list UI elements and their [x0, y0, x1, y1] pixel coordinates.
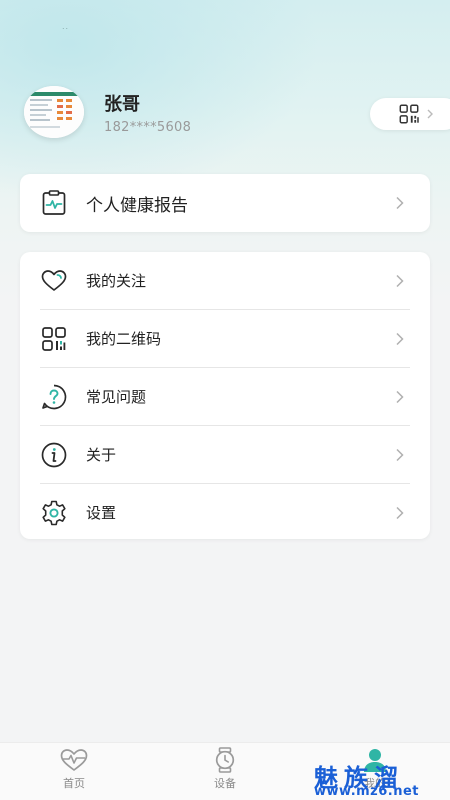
user-name: 张哥	[104, 94, 140, 115]
menu-item-label: 我的关注	[86, 272, 147, 290]
question-icon	[42, 384, 67, 409]
health-report-icon	[42, 190, 66, 215]
menu-item-qr-code[interactable]: 我的二维码	[20, 310, 430, 367]
tab-device[interactable]: 设备	[185, 747, 265, 799]
chevron-right-icon	[396, 448, 404, 461]
menu-item-settings[interactable]: 设置	[20, 484, 430, 541]
heart-icon	[41, 269, 67, 291]
tab-home[interactable]: 首页	[34, 747, 114, 799]
chevron-right-icon	[427, 109, 433, 119]
qr-code-icon	[42, 326, 66, 351]
user-phone: 182****5608	[104, 120, 192, 135]
site-watermark: 魅族溜 www.mz6.net	[314, 748, 444, 800]
menu-item-label: 设置	[86, 504, 117, 522]
menu-item-about[interactable]: 关于	[20, 426, 430, 483]
tab-label: 设备	[214, 777, 236, 790]
qr-code-shortcut-button[interactable]	[370, 98, 450, 130]
health-report-card[interactable]: 个人健康报告	[20, 174, 430, 232]
chevron-right-icon	[396, 332, 404, 345]
profile-screen: .. 张哥 182****5608 个人健康报告 我的关注 我的二维码 常见问题…	[0, 0, 450, 800]
menu-item-label: 我的二维码	[86, 330, 162, 348]
avatar[interactable]	[24, 86, 84, 138]
status-indicator: ..	[62, 22, 70, 31]
settings-menu-card: 我的关注 我的二维码 常见问题 关于 设置	[20, 252, 430, 539]
tab-label: 首页	[63, 777, 85, 790]
menu-item-label: 关于	[86, 446, 117, 464]
chevron-right-icon	[396, 390, 404, 403]
menu-item-following[interactable]: 我的关注	[20, 252, 430, 309]
menu-item-label: 常见问题	[86, 388, 147, 406]
settings-gear-icon	[42, 500, 66, 525]
chevron-right-icon	[396, 196, 404, 210]
heartbeat-icon	[60, 749, 88, 771]
menu-item-faq[interactable]: 常见问题	[20, 368, 430, 425]
watch-icon	[215, 747, 235, 773]
chevron-right-icon	[396, 506, 404, 519]
watermark-url: www.mz6.net	[314, 784, 420, 799]
info-icon	[41, 442, 67, 467]
qr-code-icon	[399, 104, 419, 124]
chevron-right-icon	[396, 274, 404, 287]
health-report-label: 个人健康报告	[86, 195, 188, 216]
health-report-row[interactable]: 个人健康报告	[20, 174, 430, 232]
